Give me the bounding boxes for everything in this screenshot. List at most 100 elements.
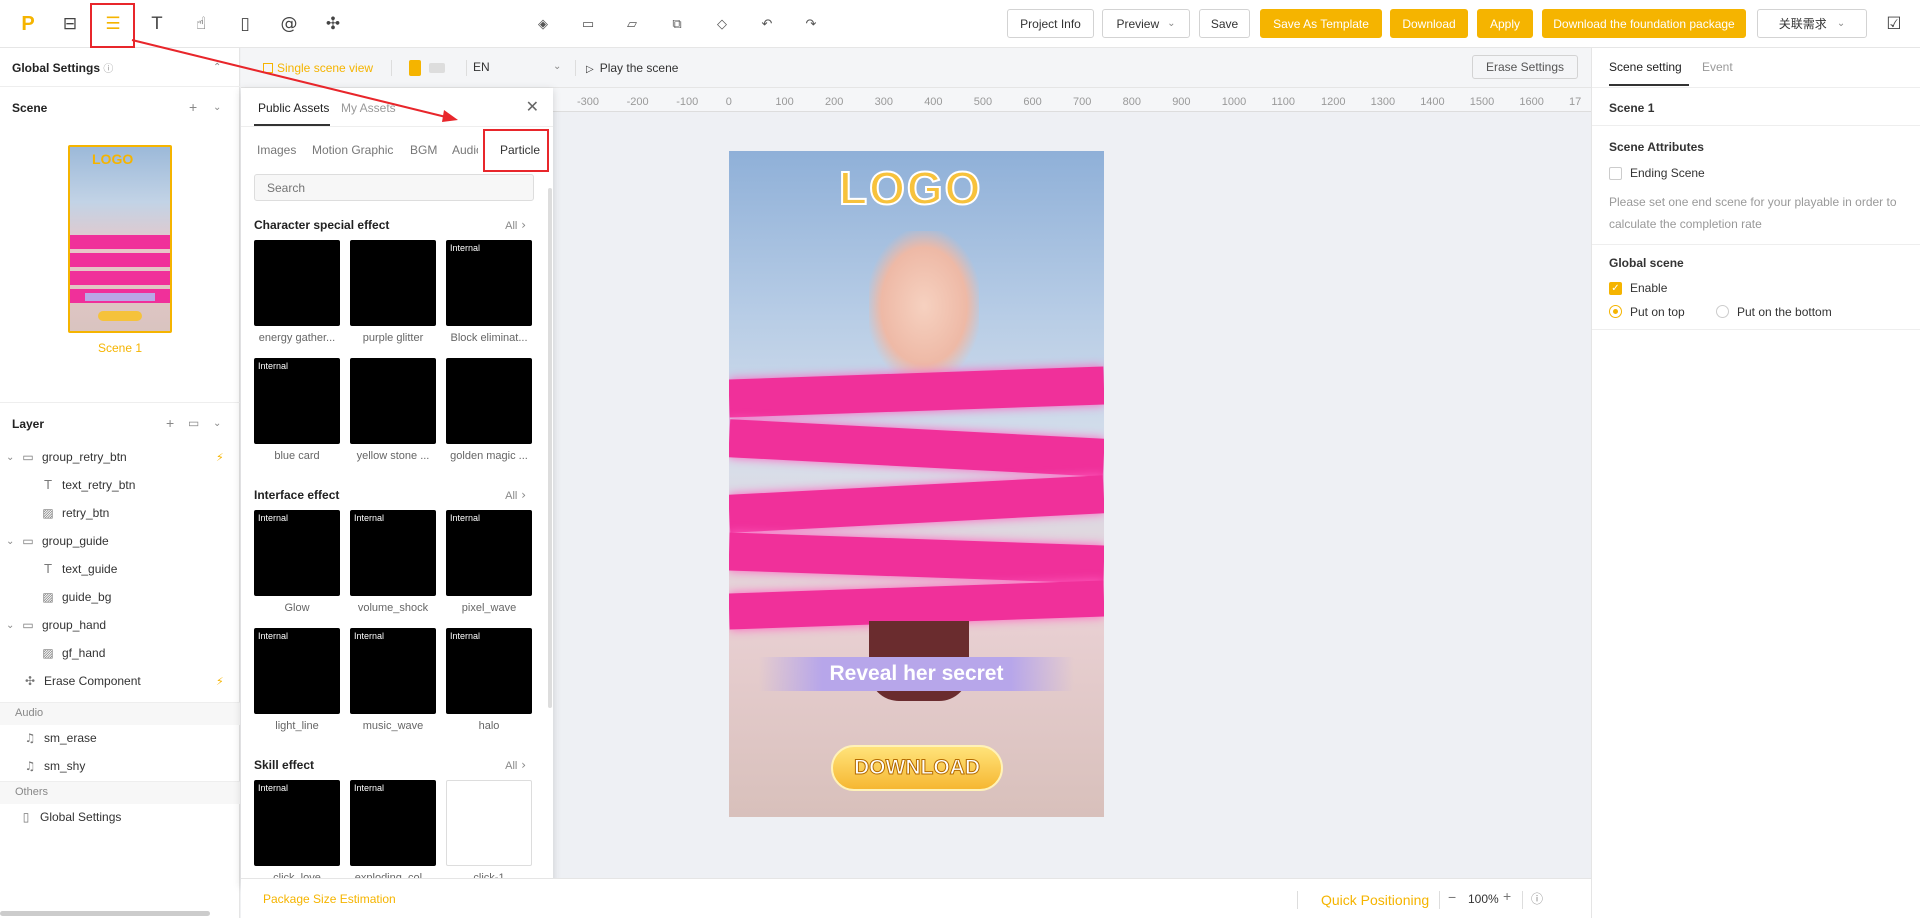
save-as-template-button[interactable]: Save As Template bbox=[1260, 9, 1382, 38]
asset-thumbnail[interactable]: Internal bbox=[254, 628, 340, 714]
new-folder-icon[interactable]: ▭ bbox=[188, 416, 199, 430]
add-layer-icon[interactable]: + bbox=[166, 415, 174, 431]
asset-thumbnail[interactable]: Internal bbox=[446, 510, 532, 596]
asset-thumbnail[interactable] bbox=[446, 358, 532, 444]
asset-thumbnail[interactable] bbox=[446, 780, 532, 866]
zoom-out-icon[interactable]: − bbox=[1448, 889, 1456, 905]
layer-item[interactable]: ▨ guide_bg bbox=[0, 583, 240, 611]
tab-scene-setting[interactable]: Scene setting bbox=[1609, 60, 1682, 74]
asset-thumbnail[interactable]: Internal bbox=[350, 780, 436, 866]
layer-item[interactable]: ⌄ ▭ group_guide bbox=[0, 527, 240, 555]
enable-checkbox[interactable]: ✓ bbox=[1609, 282, 1622, 295]
erase-settings-button[interactable]: Erase Settings bbox=[1472, 55, 1578, 79]
scene-preview[interactable]: LOGO Reveal her secret DOWNLOAD bbox=[729, 151, 1104, 817]
bolt-icon: ⚡ bbox=[216, 674, 224, 688]
color-swatch-gray[interactable] bbox=[429, 63, 445, 73]
vertical-scrollbar[interactable] bbox=[548, 188, 552, 708]
audio-item-label: sm_shy bbox=[44, 759, 86, 773]
copy-icon[interactable]: ⧉ bbox=[667, 14, 687, 34]
layer-item[interactable]: ▨ gf_hand bbox=[0, 639, 240, 667]
asset-thumbnail[interactable]: Internal bbox=[254, 358, 340, 444]
color-swatch-yellow[interactable] bbox=[409, 60, 421, 76]
eraser-icon[interactable]: ◇ bbox=[712, 14, 732, 34]
asset-thumbnail[interactable] bbox=[350, 240, 436, 326]
asset-thumbnail[interactable]: Internal bbox=[254, 510, 340, 596]
search-input[interactable] bbox=[254, 174, 534, 201]
ruler-tick-label: 1000 bbox=[1221, 96, 1247, 108]
type-tab-bgm[interactable]: BGM bbox=[410, 143, 437, 157]
box-icon[interactable]: ▯ bbox=[233, 12, 257, 36]
help-icon[interactable]: ⓘ bbox=[1531, 890, 1543, 907]
chevron-down-icon[interactable]: ⌄ bbox=[6, 452, 20, 463]
chevron-down-icon[interactable]: ⌄ bbox=[6, 536, 20, 547]
scene-thumbnail[interactable]: LOGO bbox=[68, 145, 172, 333]
horizontal-scrollbar[interactable] bbox=[0, 911, 210, 916]
put-on-top-radio[interactable] bbox=[1609, 305, 1622, 318]
put-on-bottom-radio[interactable] bbox=[1716, 305, 1729, 318]
music-note-icon: ♫ bbox=[24, 759, 36, 773]
asset-thumbnail[interactable]: Internal bbox=[446, 240, 532, 326]
category-all-link[interactable]: All › bbox=[505, 218, 526, 232]
app-logo[interactable]: P bbox=[16, 12, 40, 36]
ending-scene-checkbox[interactable] bbox=[1609, 167, 1622, 180]
tab-event[interactable]: Event bbox=[1702, 60, 1733, 74]
audio-item[interactable]: ♫ sm_erase bbox=[0, 724, 240, 752]
add-scene-icon[interactable]: + bbox=[189, 99, 197, 115]
others-item-global-settings[interactable]: ▯ Global Settings bbox=[0, 803, 240, 831]
layer-item[interactable]: ✣ Erase Component ⚡ bbox=[0, 667, 240, 695]
chevron-down-icon[interactable]: ⌄ bbox=[6, 620, 20, 631]
category-all-link[interactable]: All › bbox=[505, 758, 526, 772]
chevron-down-icon[interactable]: ⌄ bbox=[213, 418, 221, 429]
folder-open-icon[interactable]: ▱ bbox=[622, 14, 642, 34]
zoom-in-icon[interactable]: + bbox=[1503, 888, 1511, 904]
asset-thumbnail[interactable] bbox=[254, 240, 340, 326]
download-button[interactable]: Download bbox=[1390, 9, 1468, 38]
hand-icon[interactable]: ☝ bbox=[189, 12, 213, 36]
category-all-link[interactable]: All › bbox=[505, 488, 526, 502]
undo-icon[interactable]: ↶ bbox=[757, 14, 777, 34]
tab-my-assets[interactable]: My Assets bbox=[341, 101, 396, 115]
preview-download-button[interactable]: DOWNLOAD bbox=[831, 745, 1003, 791]
related-needs-dropdown[interactable]: 关联需求 ⌄ bbox=[1757, 9, 1867, 38]
ruler-tick-label: -300 bbox=[577, 96, 600, 108]
type-tab-motion-graphic[interactable]: Motion Graphic bbox=[312, 143, 393, 157]
chevron-up-icon[interactable]: ⌃ bbox=[213, 62, 221, 73]
redo-icon[interactable]: ↷ bbox=[801, 14, 821, 34]
save-button[interactable]: Save bbox=[1199, 9, 1250, 38]
language-select[interactable]: EN ⌄ bbox=[473, 60, 565, 74]
clipboard-check-icon[interactable]: ☑ bbox=[1882, 12, 1906, 36]
type-tab-images[interactable]: Images bbox=[257, 143, 296, 157]
help-icon[interactable]: ⓘ bbox=[103, 64, 113, 75]
type-tab-audio[interactable]: Audio bbox=[452, 143, 478, 157]
layer-item[interactable]: ▨ retry_btn bbox=[0, 499, 240, 527]
play-scene-button[interactable]: ▷ Play the scene bbox=[586, 61, 678, 75]
single-scene-view-toggle[interactable]: Single scene view bbox=[263, 61, 373, 75]
download-foundation-button[interactable]: Download the foundation package bbox=[1542, 9, 1746, 38]
asset-thumbnail[interactable]: Internal bbox=[254, 780, 340, 866]
at-icon[interactable]: @ bbox=[277, 12, 301, 36]
audio-item[interactable]: ♫ sm_shy bbox=[0, 752, 240, 780]
asset-thumbnail[interactable]: Internal bbox=[446, 628, 532, 714]
tab-public-assets[interactable]: Public Assets bbox=[258, 101, 329, 115]
apply-button[interactable]: Apply bbox=[1477, 9, 1533, 38]
puzzle-icon[interactable]: ✣ bbox=[321, 12, 345, 36]
project-info-button[interactable]: Project Info bbox=[1007, 9, 1094, 38]
layer-item[interactable]: Ttext_retry_btn bbox=[0, 471, 240, 499]
text-icon[interactable]: T bbox=[145, 12, 169, 36]
close-icon[interactable]: ✕ bbox=[526, 97, 539, 116]
chevron-down-icon[interactable]: ⌄ bbox=[213, 102, 221, 113]
folder-icon[interactable]: ▭ bbox=[578, 14, 598, 34]
layers-icon[interactable]: ◈ bbox=[533, 14, 553, 34]
preview-dropdown[interactable]: Preview ⌄ bbox=[1102, 9, 1190, 38]
scene-name[interactable]: Scene 1 bbox=[68, 341, 172, 355]
asset-thumbnail[interactable]: Internal bbox=[350, 510, 436, 596]
inbox-icon[interactable]: ⊟ bbox=[58, 12, 82, 36]
quick-positioning-button[interactable]: Quick Positioning bbox=[1321, 892, 1429, 908]
layer-item[interactable]: ⌄ ▭ group_retry_btn ⚡ bbox=[0, 443, 240, 471]
asset-thumbnail[interactable]: Internal bbox=[350, 628, 436, 714]
layer-item[interactable]: ⌄ ▭ group_hand bbox=[0, 611, 240, 639]
asset-thumbnail[interactable] bbox=[350, 358, 436, 444]
package-size-link[interactable]: Package Size Estimation bbox=[263, 892, 396, 906]
single-scene-view-label: Single scene view bbox=[277, 61, 374, 75]
layer-item[interactable]: Ttext_guide bbox=[0, 555, 240, 583]
